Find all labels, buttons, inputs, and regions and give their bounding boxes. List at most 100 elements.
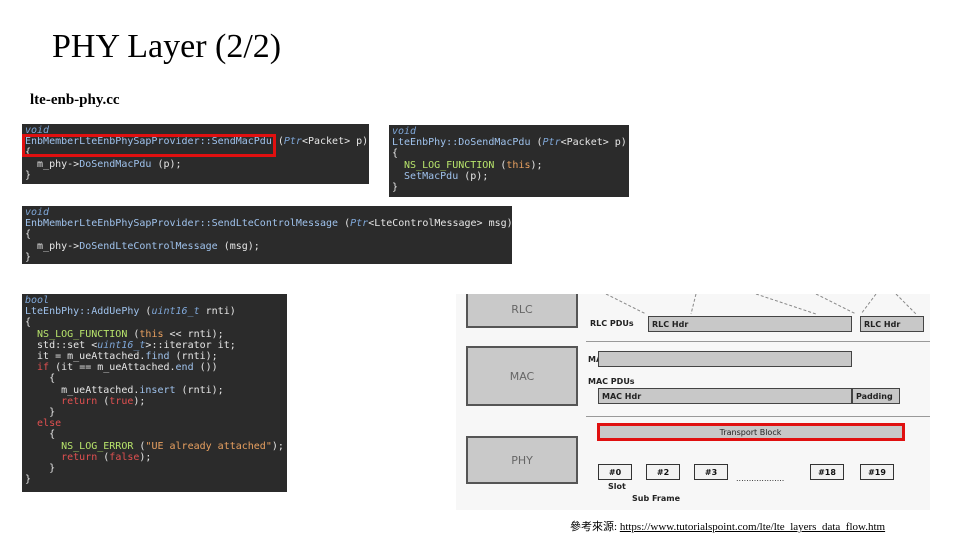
code-token: ( (338, 218, 351, 230)
code-token: ); (271, 440, 284, 452)
rlc-hdr-bar-1: RLC Hdr (648, 316, 852, 332)
code-line: EnbMemberLteEnbPhySapProvider::SendLteCo… (25, 218, 512, 230)
code-token: uint16_t (151, 306, 200, 318)
mac-sdu-bar (598, 351, 852, 367)
code-line: if (it == m_ueAttached.end ()) (25, 362, 284, 373)
code-line: else (25, 418, 284, 429)
subframe-label: Sub Frame (632, 494, 681, 503)
code-line: NS_LOG_FUNCTION (this); (392, 160, 626, 171)
code-token: DoSendLteControlMessage (79, 240, 218, 252)
code-token: it = m_ueAttached. (25, 351, 146, 363)
code-token: DoSendMacPdu (79, 158, 152, 170)
code-token: <LteControlMessage> msg) (368, 218, 512, 230)
code-token: "UE already attached" (145, 440, 272, 452)
code-token: << rnti); (163, 328, 224, 340)
code-token: (rnti); (175, 384, 224, 396)
code-line: SetMacPdu (p); (392, 171, 626, 182)
code-token: <Packet> p) (301, 136, 369, 148)
code-token: LteEnbPhy::DoSendMacPdu (392, 137, 531, 149)
layer-box-mac: MAC (466, 346, 578, 406)
lte-data-flow-diagram: RLC MAC PHY RLC PDUs RLC Hdr RLC Hdr MAC… (456, 294, 930, 510)
code-token: insert (139, 384, 176, 396)
code-token: NS_LOG_ERROR (25, 440, 134, 452)
file-name-subtitle: lte-enb-phy.cc (30, 92, 120, 108)
code-line: NS_LOG_ERROR ("UE already attached"); (25, 441, 284, 452)
code-token: void (25, 207, 50, 218)
code-line: void (25, 207, 509, 218)
code-token: (rnti); (169, 351, 218, 363)
code-token: ( (494, 159, 507, 171)
slot-0: #0 (598, 464, 632, 480)
code-token: ); (530, 159, 543, 171)
code-token: (p); (458, 170, 489, 182)
code-token: else (25, 418, 62, 430)
code-line: it = m_ueAttached.find (rnti); (25, 351, 284, 362)
code-line: bool (25, 295, 284, 306)
source-link[interactable]: https://www.tutorialspoint.com/lte/lte_l… (620, 521, 885, 533)
code-line: { (25, 317, 284, 328)
slot-label: Slot (608, 482, 626, 491)
code-token: >::iterator it; (145, 339, 236, 351)
code-token: ( (530, 137, 543, 149)
code-token: return (25, 451, 98, 463)
code-token: } (25, 474, 32, 486)
code-line: m_ueAttached.insert (rnti); (25, 385, 284, 396)
code-token: Ptr (283, 136, 302, 148)
page-title: PHY Layer (2/2) (52, 28, 282, 65)
code-token: } (392, 182, 399, 194)
divider-line-1 (586, 341, 930, 342)
code-token: ( (97, 395, 110, 407)
code-token: m_ueAttached. (25, 384, 140, 396)
code-token: } (25, 463, 56, 475)
code-line: NS_LOG_FUNCTION (this << rnti); (25, 329, 284, 340)
code-token: { (392, 148, 399, 160)
code-line: } (25, 407, 284, 418)
code-line: m_phy->DoSendMacPdu (p); (25, 159, 366, 170)
code-line: { (25, 229, 509, 240)
code-line: } (25, 463, 284, 474)
code-line: { (25, 429, 284, 440)
code-block-do-send-mac-pdu: void LteEnbPhy::DoSendMacPdu (Ptr<Packet>… (389, 125, 629, 197)
code-block-send-lte-control-message: void EnbMemberLteEnbPhySapProvider::SendL… (22, 206, 512, 264)
code-line: } (392, 182, 626, 193)
code-token: void (392, 126, 417, 137)
code-token: ( (139, 306, 152, 318)
code-token: Ptr (350, 218, 369, 230)
code-token: (p); (151, 158, 182, 170)
slot-2: #2 (646, 464, 680, 480)
code-token: true (109, 395, 134, 407)
code-token: { (25, 373, 56, 385)
slot-19: #19 (860, 464, 894, 480)
highlight-transport-block (597, 423, 905, 441)
code-line: return (false); (25, 452, 284, 463)
code-token: EnbMemberLteEnbPhySapProvider::SendLteCo… (25, 218, 339, 230)
code-token: this (506, 159, 531, 171)
code-token: ( (127, 328, 140, 340)
code-token: (it == m_ueAttached. (49, 362, 176, 374)
code-token: false (109, 451, 140, 463)
code-token: } (25, 251, 32, 263)
source-footer: 參考來源: https://www.tutorialspoint.com/lte… (570, 518, 885, 534)
code-token: { (25, 317, 32, 329)
code-token: if (25, 362, 50, 374)
code-token: end (175, 362, 194, 374)
code-line: void (392, 126, 626, 137)
code-token: NS_LOG_FUNCTION (25, 328, 128, 340)
code-token: <Packet> p) (560, 137, 627, 149)
code-token: SetMacPdu (392, 170, 459, 182)
source-prefix: 參考來源: (570, 521, 620, 533)
code-token: std::set < (25, 339, 98, 351)
code-token: Ptr (542, 137, 561, 149)
rlc-pdus-label: RLC PDUs (590, 319, 634, 328)
code-token: { (25, 229, 32, 241)
code-token: LteEnbPhy::AddUePhy (25, 306, 140, 318)
layer-box-phy: PHY (466, 436, 578, 484)
code-line: } (25, 170, 366, 181)
code-token: this (139, 328, 164, 340)
code-token: { (25, 429, 56, 441)
code-line: LteEnbPhy::AddUePhy (uint16_t rnti) (25, 306, 284, 317)
code-token: ( (97, 451, 110, 463)
mac-pdus-label: MAC PDUs (588, 377, 635, 386)
code-line: { (392, 148, 626, 159)
code-token: } (25, 169, 32, 181)
